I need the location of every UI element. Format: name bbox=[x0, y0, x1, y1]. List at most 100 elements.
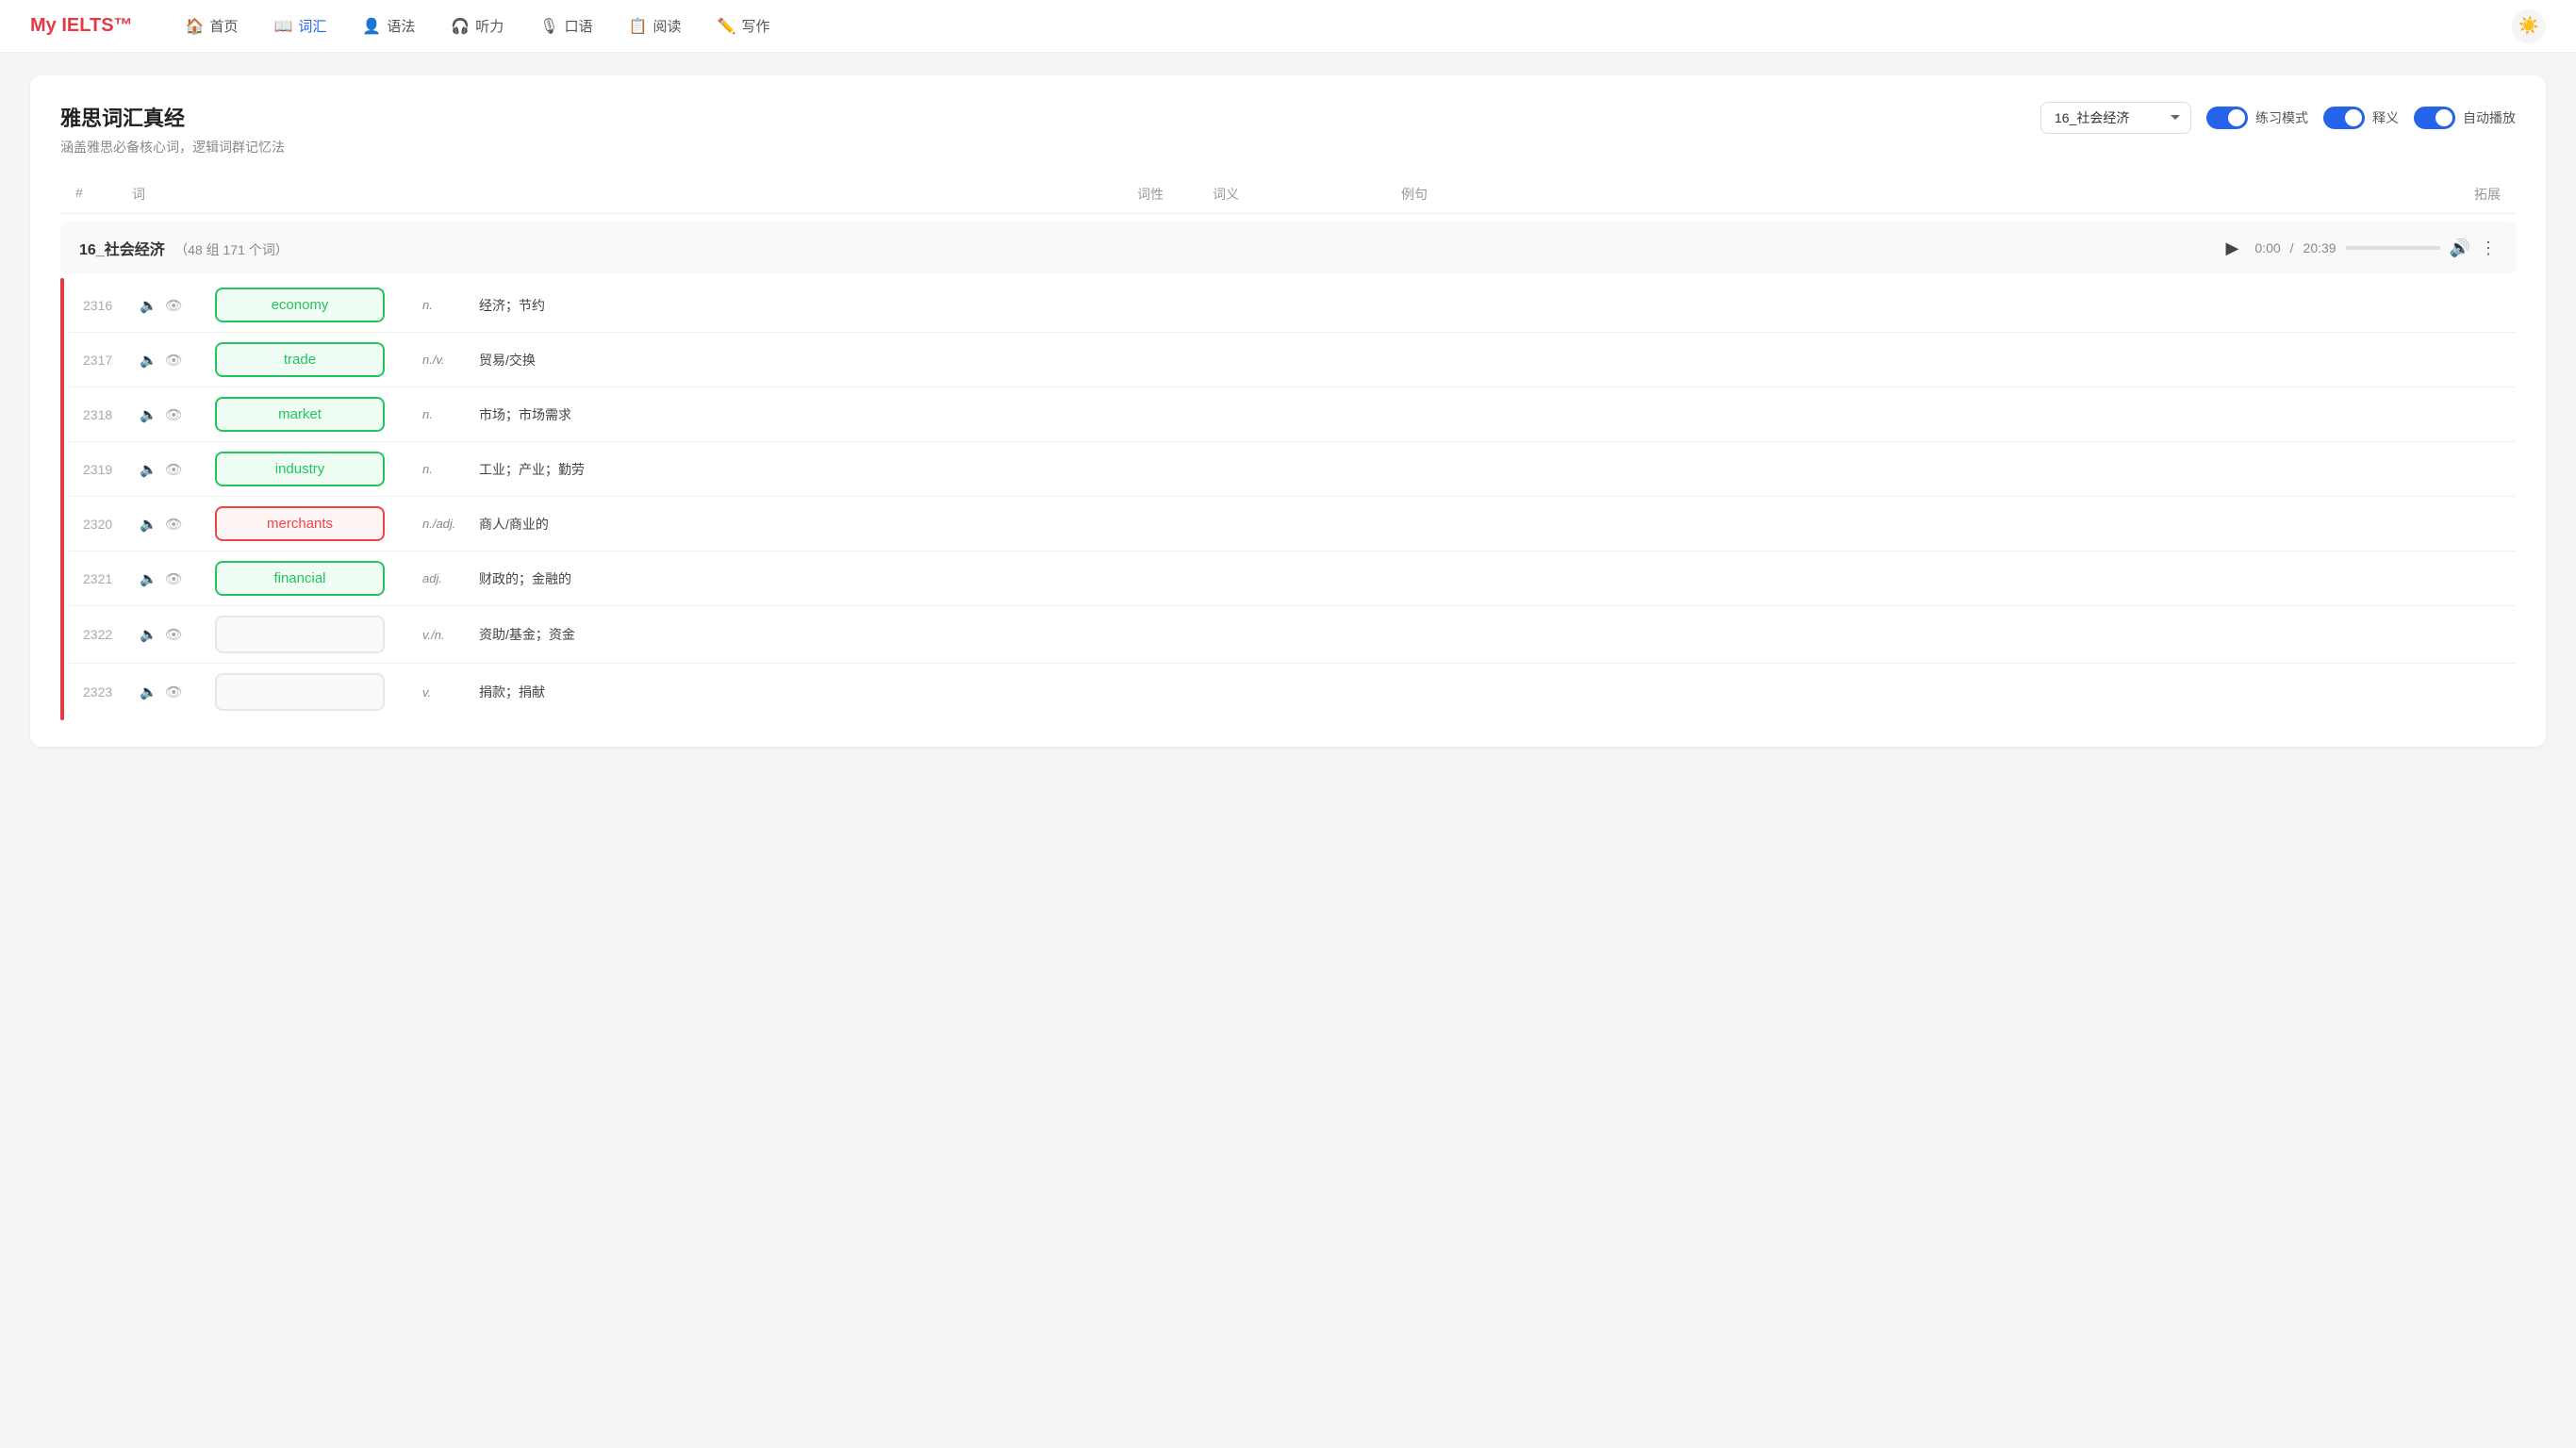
audio-progress-bar[interactable] bbox=[2346, 246, 2440, 250]
word-action-icons: 🔈 👁 bbox=[140, 352, 187, 369]
word-rows: 2316 🔈 👁 economy n. 经济；节约 2317 🔈 👁 trade… bbox=[68, 278, 2516, 720]
nav-label-grammar: 语法 bbox=[387, 16, 415, 36]
group-row: 16_社会经济 （48 组 171 个词） ▶ 0:00 / 20:39 🔊 ⋮ bbox=[60, 222, 2516, 274]
vocab-icon: 📖 bbox=[273, 17, 292, 36]
nav-label-listening: 听力 bbox=[475, 16, 504, 36]
nav-label-reading: 阅读 bbox=[653, 16, 682, 36]
card-header: 雅思词汇真经 涵盖雅思必备核心词，逻辑词群记忆法 16_社会经济 01_人物描述… bbox=[60, 102, 2516, 156]
card-controls: 16_社会经济 01_人物描述 02_环境主题 练习模式 bbox=[2040, 102, 2516, 134]
word-def: 商人/商业的 bbox=[479, 515, 2501, 534]
time-total: 20:39 bbox=[2304, 240, 2337, 255]
word-num: 2322 bbox=[83, 627, 140, 642]
audio-icon[interactable]: 🔈 bbox=[140, 683, 157, 700]
word-pos: n./v. bbox=[404, 353, 479, 367]
nav-item-listening[interactable]: 🎧 听力 bbox=[436, 8, 519, 43]
autoplay-toggle[interactable] bbox=[2414, 107, 2455, 129]
practice-mode-toggle[interactable] bbox=[2206, 107, 2248, 129]
word-def: 经济；节约 bbox=[479, 296, 2501, 315]
eye-icon[interactable]: 👁 bbox=[165, 683, 183, 700]
group-title-text: 16_社会经济 bbox=[79, 242, 165, 258]
word-num: 2321 bbox=[83, 571, 140, 586]
col-def: 词义 bbox=[1213, 185, 1401, 204]
page-subtitle: 涵盖雅思必备核心词，逻辑词群记忆法 bbox=[60, 138, 285, 156]
table-header: # 词 词性 词义 例句 拓展 bbox=[60, 175, 2516, 214]
word-box: industry bbox=[215, 452, 385, 486]
nav-label-writing: 写作 bbox=[741, 16, 769, 36]
definition-slider bbox=[2323, 107, 2365, 129]
autoplay-slider bbox=[2414, 107, 2455, 129]
word-pos: n. bbox=[404, 462, 479, 476]
col-word: 词 bbox=[132, 185, 1137, 204]
word-row: 2316 🔈 👁 economy n. 经济；节约 bbox=[68, 278, 2516, 333]
word-def: 工业；产业；勤劳 bbox=[479, 460, 2501, 479]
nav-links: 🏠 首页 📖 词汇 👤 语法 🎧 听力 🎙 口语 📋 阅读 ✏️ 写作 bbox=[171, 8, 2512, 43]
play-button[interactable]: ▶ bbox=[2219, 235, 2245, 261]
word-row: 2321 🔈 👁 financial adj. 财政的；金融的 bbox=[68, 551, 2516, 606]
more-options-button[interactable]: ⋮ bbox=[2480, 239, 2497, 258]
eye-icon[interactable]: 👁 bbox=[165, 626, 183, 643]
audio-icon[interactable]: 🔈 bbox=[140, 406, 157, 423]
theme-toggle-button[interactable]: ☀️ bbox=[2512, 9, 2546, 43]
nav-item-vocab[interactable]: 📖 词汇 bbox=[258, 8, 341, 43]
word-action-icons: 🔈 👁 bbox=[140, 570, 187, 587]
word-row: 2317 🔈 👁 trade n./v. 贸易/交换 bbox=[68, 333, 2516, 387]
grammar-icon: 👤 bbox=[362, 17, 381, 36]
audio-icon[interactable]: 🔈 bbox=[140, 352, 157, 369]
word-box: financial bbox=[215, 561, 385, 596]
word-pos: v. bbox=[404, 685, 479, 699]
eye-icon[interactable]: 👁 bbox=[165, 570, 183, 587]
time-current: 0:00 bbox=[2254, 240, 2280, 255]
navbar: My IELTS™ 🏠 首页 📖 词汇 👤 语法 🎧 听力 🎙 口语 📋 阅读 … bbox=[0, 0, 2576, 53]
chapter-dropdown[interactable]: 16_社会经济 01_人物描述 02_环境主题 bbox=[2040, 102, 2191, 134]
eye-icon[interactable]: 👁 bbox=[165, 516, 183, 533]
word-num: 2320 bbox=[83, 517, 140, 532]
word-num: 2317 bbox=[83, 353, 140, 368]
logo-prefix: My bbox=[30, 15, 61, 36]
listening-icon: 🎧 bbox=[451, 17, 470, 36]
nav-label-speaking: 口语 bbox=[565, 16, 593, 36]
audio-icon[interactable]: 🔈 bbox=[140, 626, 157, 643]
word-row: 2319 🔈 👁 industry n. 工业；产业；勤劳 bbox=[68, 442, 2516, 497]
col-expand: 拓展 bbox=[2406, 185, 2501, 204]
writing-icon: ✏️ bbox=[718, 17, 736, 36]
theme-icon: ☀️ bbox=[2518, 16, 2539, 36]
eye-icon[interactable]: 👁 bbox=[165, 352, 183, 369]
audio-icon[interactable]: 🔈 bbox=[140, 297, 157, 314]
audio-icon[interactable]: 🔈 bbox=[140, 461, 157, 478]
eye-icon[interactable]: 👁 bbox=[165, 406, 183, 423]
word-action-icons: 🔈 👁 bbox=[140, 516, 187, 533]
volume-button[interactable]: 🔊 bbox=[2450, 239, 2470, 258]
definition-toggle[interactable] bbox=[2323, 107, 2365, 129]
word-num: 2318 bbox=[83, 407, 140, 422]
word-def: 贸易/交换 bbox=[479, 351, 2501, 370]
practice-mode-label: 练习模式 bbox=[2255, 108, 2308, 127]
eye-icon[interactable]: 👁 bbox=[165, 461, 183, 478]
nav-item-speaking[interactable]: 🎙 口语 bbox=[524, 8, 607, 43]
word-pos: n./adj. bbox=[404, 517, 479, 531]
nav-item-reading[interactable]: 📋 阅读 bbox=[614, 8, 697, 43]
word-num: 2323 bbox=[83, 684, 140, 699]
main-content: 雅思词汇真经 涵盖雅思必备核心词，逻辑词群记忆法 16_社会经济 01_人物描述… bbox=[0, 53, 2576, 769]
page-title: 雅思词汇真经 bbox=[60, 102, 285, 132]
group-title-area: 16_社会经济 （48 组 171 个词） bbox=[79, 237, 289, 259]
time-separator: / bbox=[2290, 240, 2294, 255]
col-example: 例句 bbox=[1401, 185, 2406, 204]
audio-icon[interactable]: 🔈 bbox=[140, 516, 157, 533]
word-row: 2323 🔈 👁 v. 捐款；捐献 bbox=[68, 664, 2516, 720]
definition-label: 释义 bbox=[2372, 108, 2399, 127]
audio-icon[interactable]: 🔈 bbox=[140, 570, 157, 587]
word-def: 财政的；金融的 bbox=[479, 569, 2501, 588]
word-num: 2316 bbox=[83, 298, 140, 313]
audio-bar: ▶ 0:00 / 20:39 🔊 ⋮ bbox=[2219, 235, 2497, 261]
nav-item-writing[interactable]: ✏️ 写作 bbox=[702, 8, 785, 43]
group-title: 16_社会经济 （48 组 171 个词） bbox=[79, 242, 289, 258]
eye-icon[interactable]: 👁 bbox=[165, 297, 183, 314]
word-num: 2319 bbox=[83, 462, 140, 477]
word-box: merchants bbox=[215, 506, 385, 541]
word-action-icons: 🔈 👁 bbox=[140, 297, 187, 314]
word-pos: n. bbox=[404, 298, 479, 312]
reading-icon: 📋 bbox=[629, 17, 648, 36]
nav-item-home[interactable]: 🏠 首页 bbox=[171, 8, 254, 43]
definition-toggle-group: 释义 bbox=[2323, 107, 2399, 129]
nav-item-grammar[interactable]: 👤 语法 bbox=[347, 8, 430, 43]
